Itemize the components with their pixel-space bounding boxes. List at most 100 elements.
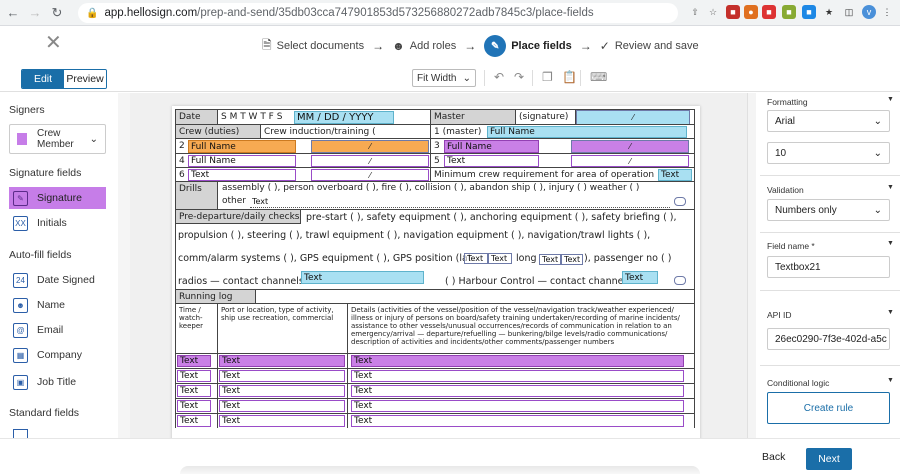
edit-button[interactable]: Edit xyxy=(22,70,64,88)
log-port-field[interactable]: Text xyxy=(219,355,345,367)
chevron-down-icon: ⌄ xyxy=(89,133,98,145)
long-field[interactable]: Text xyxy=(539,254,561,265)
validation-select[interactable]: Numbers only ⌄ xyxy=(767,199,890,221)
log-port-field[interactable]: Text xyxy=(219,385,345,397)
lat-field[interactable]: Text xyxy=(464,253,488,264)
zoom-select[interactable]: Fit Width ⌄ xyxy=(412,69,476,87)
share-icon[interactable]: ⇧ xyxy=(688,5,702,19)
item-label: Initials xyxy=(37,217,67,229)
menu-dots-icon[interactable]: ⋮ xyxy=(880,5,894,19)
signature-field-item[interactable]: ✎ Signature xyxy=(9,187,106,209)
name-item[interactable]: ☻ Name xyxy=(9,294,106,316)
log-port-field[interactable]: Text xyxy=(219,400,345,412)
radios-channel-field[interactable]: Text xyxy=(301,271,424,284)
copy-icon[interactable]: ❐ xyxy=(542,70,553,84)
redo-icon[interactable]: ↷ xyxy=(514,70,524,84)
font-select[interactable]: Arial ⌄ xyxy=(767,110,890,132)
log-details-field[interactable]: Text xyxy=(351,385,684,397)
step-select-documents[interactable]: 🗎 Select documents xyxy=(262,36,364,57)
crew-5-text-field[interactable]: Text xyxy=(444,155,539,167)
paste-icon[interactable]: 📋 xyxy=(562,70,577,84)
min-crew-field[interactable]: Text xyxy=(658,169,692,181)
harbour-channel-field[interactable]: Text xyxy=(622,271,658,284)
initials-field-item[interactable]: XX Initials xyxy=(9,212,106,234)
predeparture-line-1: pre-start ( ), safety equipment ( ), anc… xyxy=(306,212,677,223)
other-checkbox[interactable] xyxy=(674,197,686,206)
extension-icon[interactable]: ■ xyxy=(802,5,816,19)
textbox-icon[interactable] xyxy=(13,429,28,438)
long-field-2[interactable]: Text xyxy=(561,254,583,265)
crew-6-text-field[interactable]: Text xyxy=(188,169,296,181)
log-time-field[interactable]: Text xyxy=(177,355,211,367)
crew-4-signature-field[interactable]: ⁄ xyxy=(311,155,429,167)
email-item[interactable]: @ Email xyxy=(9,319,106,341)
puzzle-icon[interactable]: ★ xyxy=(822,5,836,19)
date-field[interactable]: MM / DD / YYYY xyxy=(294,111,394,124)
signer-select[interactable]: Crew Member ⌄ xyxy=(9,124,106,154)
sidepanel-icon[interactable]: ◫ xyxy=(842,5,856,19)
extension-icon[interactable]: ■ xyxy=(762,5,776,19)
lock-icon: 🔒 xyxy=(86,7,99,19)
item-label: Email xyxy=(37,324,64,336)
address-bar[interactable]: 🔒 app.hellosign.com/prep-and-send/35db03… xyxy=(78,3,678,23)
harbour-checkbox[interactable] xyxy=(674,276,686,285)
briefcase-icon: ▣ xyxy=(13,374,28,390)
master-name-field[interactable]: Full Name xyxy=(487,126,687,138)
keyboard-icon[interactable]: ⌨ xyxy=(590,70,607,84)
crew-5-signature-field[interactable]: ⁄ xyxy=(571,155,689,167)
log-port-field[interactable]: Text xyxy=(219,415,345,427)
log-time-field[interactable]: Text xyxy=(177,385,211,397)
document-page: Date S M T W T F S MM / DD / YYYY Master… xyxy=(172,106,700,438)
job-title-item[interactable]: ▣ Job Title xyxy=(9,371,106,393)
preview-button[interactable]: Preview xyxy=(64,70,106,88)
caret-down-icon[interactable]: ▼ xyxy=(887,96,894,103)
log-time-field[interactable]: Text xyxy=(177,415,211,427)
other-text-field[interactable]: Text xyxy=(250,196,670,208)
lat-field-2[interactable]: Text xyxy=(488,253,512,264)
api-id-input[interactable]: 26ec0290-7f3e-402d-a5c xyxy=(767,328,890,350)
crew-2-name-field[interactable]: Full Name xyxy=(188,140,296,153)
step-review-save[interactable]: ✓ Review and save xyxy=(600,39,699,53)
star-icon[interactable]: ☆ xyxy=(706,5,720,19)
extension-icon[interactable]: ● xyxy=(744,5,758,19)
crew-6-signature-field[interactable]: ⁄ xyxy=(311,169,429,181)
step-place-fields[interactable]: ✎ Place fields xyxy=(484,35,572,57)
log-details-field[interactable]: Text xyxy=(351,415,684,427)
date-signed-item[interactable]: 24 Date Signed xyxy=(9,269,106,291)
back-arrow-icon[interactable]: ← xyxy=(4,4,22,22)
crew-4-name-field[interactable]: Full Name xyxy=(188,155,296,167)
sidebar-scrollbar[interactable] xyxy=(118,93,130,438)
crew-3-name-field[interactable]: Full Name xyxy=(444,140,539,153)
crew-2-signature-field[interactable]: ⁄ xyxy=(311,140,429,153)
log-port-field[interactable]: Text xyxy=(219,370,345,382)
close-icon[interactable]: ✕ xyxy=(45,30,62,55)
undo-icon[interactable]: ↶ xyxy=(494,70,504,84)
field-name-input[interactable]: Textbox21 xyxy=(767,256,890,278)
caret-down-icon[interactable]: ▼ xyxy=(887,240,894,247)
extension-icon[interactable]: ■ xyxy=(726,5,740,19)
log-time-field[interactable]: Text xyxy=(177,370,211,382)
log-details-field[interactable]: Text xyxy=(351,400,684,412)
caret-down-icon[interactable]: ▼ xyxy=(887,184,894,191)
forward-arrow-icon[interactable]: → xyxy=(26,4,44,22)
create-rule-button[interactable]: Create rule xyxy=(767,392,890,424)
step-add-roles[interactable]: ☻ Add roles xyxy=(392,39,456,53)
crew-3-signature-field[interactable]: ⁄ xyxy=(571,140,689,153)
back-button[interactable]: Back xyxy=(762,451,785,463)
font-size-select[interactable]: 10 ⌄ xyxy=(767,142,890,164)
log-details-field[interactable]: Text xyxy=(351,370,684,382)
master-label: Master xyxy=(431,110,516,124)
caret-down-icon[interactable]: ▼ xyxy=(887,309,894,316)
document-form: Date S M T W T F S MM / DD / YYYY Master… xyxy=(175,109,695,428)
caret-down-icon[interactable]: ▼ xyxy=(887,377,894,384)
reload-icon[interactable]: ↻ xyxy=(48,4,66,22)
master-signature-field[interactable]: ⁄ xyxy=(576,110,690,125)
predeparture-label: Pre-departure/daily checks xyxy=(176,210,301,224)
next-button[interactable]: Next xyxy=(806,448,852,470)
log-details-field[interactable]: Text xyxy=(351,355,684,367)
avatar[interactable]: v xyxy=(862,5,876,19)
company-item[interactable]: ▦ Company xyxy=(9,344,106,366)
log-time-field[interactable]: Text xyxy=(177,400,211,412)
extension-icon[interactable]: ■ xyxy=(782,5,796,19)
panel-scrollbar[interactable] xyxy=(748,93,756,438)
